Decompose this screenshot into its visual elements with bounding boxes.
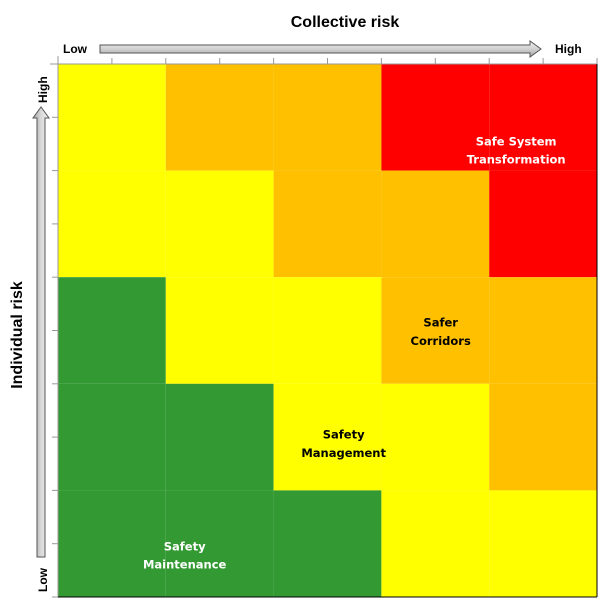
heatmap-cell-orange: [489, 383, 597, 491]
y-axis-arrow: [32, 106, 50, 558]
heatmap-cell-yellow: [273, 277, 382, 384]
heatmap-cell-orange: [381, 170, 490, 278]
heatmap-cell-green: [58, 277, 166, 384]
heatmap-cell-orange: [381, 277, 490, 384]
y-axis-low-label: Low: [36, 567, 50, 592]
zone-label-line: Safety: [323, 427, 365, 441]
zone-label-line: Maintenance: [143, 558, 227, 572]
heatmap-cell-yellow: [381, 383, 490, 491]
zone-label-line: Transformation: [467, 153, 566, 167]
x-axis-arrow: [99, 40, 542, 58]
zone-label-line: Safe System: [476, 134, 557, 148]
zone-label-line: Safety: [164, 539, 206, 553]
heatmap-cell-red: [489, 170, 597, 278]
heatmap-cell-orange: [165, 64, 274, 171]
heatmap-cell-orange: [273, 64, 382, 171]
x-axis-low-label: Low: [63, 42, 88, 56]
heatmap-cell-yellow: [381, 490, 490, 597]
heatmap-cell-yellow: [165, 170, 274, 278]
heatmap-cell-yellow: [165, 277, 274, 384]
heatmap-cell-orange: [273, 170, 382, 278]
zone-label-line: Corridors: [411, 334, 471, 348]
risk-matrix-chart: Collective risk Low High Individual risk…: [9, 14, 598, 598]
heatmap-cell-green: [58, 383, 166, 491]
x-axis-high-label: High: [555, 42, 582, 56]
heatmap-cell-green: [58, 490, 166, 597]
zone-label-line: Safer: [423, 315, 458, 329]
y-axis-title: Individual risk: [9, 281, 26, 389]
heatmap-cell-yellow: [489, 490, 597, 597]
heatmap-cell-yellow: [58, 64, 166, 171]
heatmap-cell-yellow: [58, 170, 166, 278]
x-axis-title: Collective risk: [291, 14, 400, 31]
heatmap-cell-green: [273, 490, 382, 597]
heatmap-cell-green: [165, 383, 274, 491]
zone-label-line: Management: [301, 446, 386, 460]
y-axis-high-label: High: [36, 76, 50, 103]
heatmap-cell-orange: [489, 277, 597, 384]
